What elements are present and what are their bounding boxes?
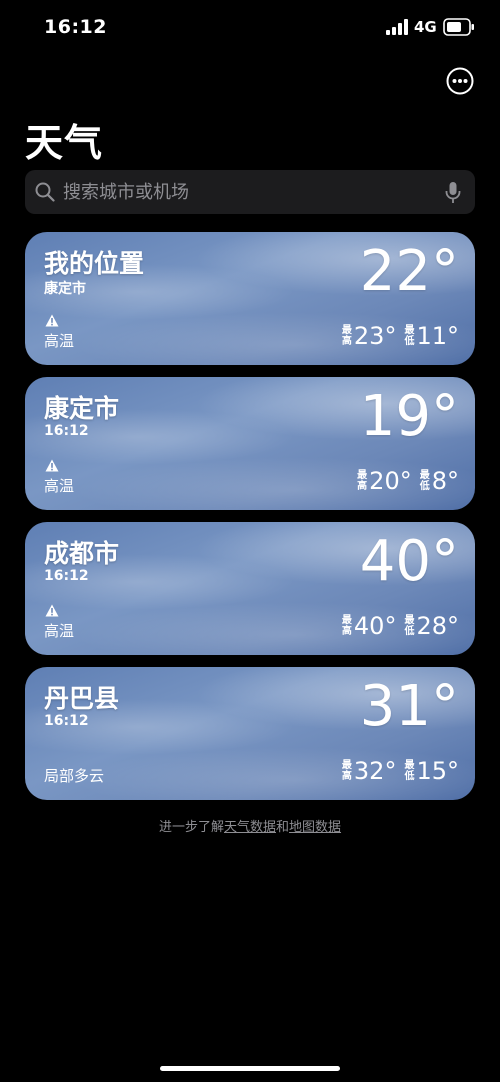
location-card-my-location[interactable]: 我的位置 康定市 高温 22° 最高 23° 最低 11° [25,232,475,365]
high-label: 最高 [341,615,352,637]
location-name: 成都市 [44,539,120,568]
map-data-link[interactable]: 地图数据 [289,820,341,835]
high-low-temps: 最高 20° 最低 8° [357,467,459,495]
weather-data-link[interactable]: 天气数据 [224,820,276,835]
current-temperature: 31° [359,674,459,739]
high-label: 最高 [341,325,352,347]
data-source-footer: 进一步了解天气数据和地图数据 [0,816,500,835]
status-time: 16:12 [44,16,107,38]
high-temperature: 23° [353,322,397,350]
current-temperature: 22° [359,239,459,304]
location-name: 丹巴县 [44,684,120,713]
low-label: 最低 [404,615,415,637]
search-icon [35,182,55,202]
location-card-danba[interactable]: 丹巴县 16:12 局部多云 31° 最高 32° 最低 15° [25,667,475,800]
battery-icon [443,18,474,36]
location-time: 16:12 [44,423,89,439]
high-low-temps: 最高 40° 最低 28° [342,612,459,640]
status-bar: 16:12 4G [0,0,500,56]
warning-icon [45,459,59,472]
more-options-button[interactable] [446,67,474,95]
location-subtitle: 康定市 [44,281,86,297]
cellular-signal-icon [386,19,408,35]
location-card-chengdu[interactable]: 成都市 16:12 高温 40° 最高 40° 最低 28° [25,522,475,655]
network-type-label: 4G [414,18,437,36]
low-temperature: 28° [416,612,459,640]
low-temperature: 8° [431,467,459,495]
low-temperature: 11° [416,322,459,350]
page-title: 天气 [25,121,104,165]
search-input[interactable] [63,170,433,214]
location-time: 16:12 [44,568,89,584]
current-temperature: 40° [359,529,459,594]
weather-condition: 高温 [44,477,75,495]
high-temperature: 32° [353,757,397,785]
weather-condition: 高温 [44,332,75,350]
location-time: 16:12 [44,713,89,729]
high-label: 最高 [357,470,368,492]
current-temperature: 19° [359,384,459,449]
location-name: 我的位置 [44,249,145,278]
high-temperature: 20° [369,467,412,495]
search-field[interactable] [25,170,475,214]
warning-icon [45,604,59,617]
high-low-temps: 最高 32° 最低 15° [342,757,459,785]
low-label: 最低 [404,760,415,782]
weather-condition: 局部多云 [44,767,105,785]
high-low-temps: 最高 23° 最低 11° [342,322,459,350]
home-indicator[interactable] [160,1066,340,1071]
low-label: 最低 [404,325,415,347]
microphone-icon[interactable] [445,181,461,205]
high-label: 最高 [341,760,352,782]
low-temperature: 15° [416,757,459,785]
footer-middle: 和 [276,820,290,835]
location-name: 康定市 [44,394,120,423]
low-label: 最低 [419,470,430,492]
high-temperature: 40° [353,612,397,640]
weather-condition: 高温 [44,622,75,640]
footer-prefix: 进一步了解 [158,820,224,835]
warning-icon [45,314,59,327]
location-card-kangding[interactable]: 康定市 16:12 高温 19° 最高 20° 最低 8° [25,377,475,510]
